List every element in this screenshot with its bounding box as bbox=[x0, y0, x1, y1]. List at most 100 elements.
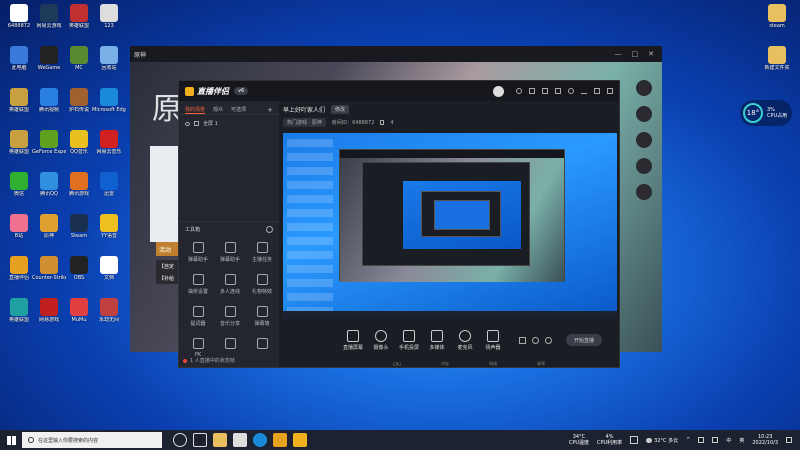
game-side-button[interactable] bbox=[636, 132, 652, 148]
tool-item[interactable] bbox=[215, 338, 245, 352]
clock[interactable]: 10:23 2022/10/3 bbox=[752, 434, 778, 446]
microphone-button[interactable]: 麦克风 bbox=[455, 329, 475, 351]
cpu-usage-indicator[interactable]: 4% CPU利用率 bbox=[597, 434, 622, 446]
desktop-icon[interactable]: Steam bbox=[62, 214, 96, 239]
desktop-icon[interactable]: 迅雷 bbox=[92, 172, 126, 197]
desktop-icon[interactable]: YY语音 bbox=[92, 214, 126, 239]
desktop-icon[interactable]: Counter-Strike bbox=[32, 256, 66, 281]
start-button[interactable] bbox=[0, 430, 22, 450]
weather-widget[interactable]: 32°C 多云 bbox=[646, 437, 678, 444]
phone-cast-button[interactable]: 手机投屏 bbox=[399, 329, 419, 351]
tool-item[interactable] bbox=[247, 338, 277, 352]
skin-icon[interactable] bbox=[555, 88, 561, 94]
lock-icon[interactable] bbox=[194, 121, 199, 126]
network-icon[interactable] bbox=[698, 437, 705, 443]
desktop-icon[interactable]: 腾讯视频 bbox=[32, 88, 66, 113]
gift-icon[interactable] bbox=[542, 88, 548, 94]
preview-canvas[interactable] bbox=[283, 133, 617, 319]
desktop-icon[interactable]: 腾讯QQ bbox=[32, 172, 66, 197]
tool-item[interactable]: 弹幕助手 bbox=[215, 242, 245, 263]
streamer-window[interactable]: 直播伴侣 v6 我的场景 观众 可选项 + 全屏 1 工具箱 弹幕助手 弹幕助手 主… bbox=[178, 80, 620, 368]
task-view-icon[interactable] bbox=[193, 433, 207, 447]
ime-indicator[interactable]: 中 bbox=[726, 437, 731, 444]
desktop-icon[interactable]: 网易云音乐 bbox=[92, 130, 126, 155]
add-scene-icon[interactable]: + bbox=[267, 106, 273, 114]
volume-icon[interactable] bbox=[712, 437, 719, 443]
search-box[interactable]: 在这里输入你要搜索的内容 bbox=[22, 432, 162, 448]
notification-icon[interactable] bbox=[786, 437, 792, 443]
scene-item[interactable]: 全屏 1 bbox=[179, 115, 279, 132]
desktop-icon[interactable]: MC bbox=[62, 46, 96, 71]
tool-item[interactable]: 弹幕助手 bbox=[183, 242, 213, 263]
desktop-icon[interactable]: Microsoft Edge bbox=[92, 88, 126, 113]
start-live-button[interactable]: 开始直播 bbox=[566, 334, 602, 346]
desktop-icon[interactable]: MuMu bbox=[62, 298, 96, 323]
genshin-taskbar-icon[interactable] bbox=[273, 433, 287, 447]
game-side-button[interactable] bbox=[636, 158, 652, 174]
tool-item[interactable]: 音乐分享 bbox=[215, 306, 245, 327]
message-icon[interactable] bbox=[529, 88, 535, 94]
desktop-icon[interactable]: 英雄联盟 bbox=[2, 130, 36, 155]
cpu-widget[interactable]: 18° 3% CPU占用 bbox=[740, 100, 792, 126]
edit-title-button[interactable]: 修改 bbox=[331, 105, 350, 114]
tray-icon[interactable] bbox=[630, 436, 639, 444]
cpu-temp-indicator[interactable]: 34°C CPU温度 bbox=[569, 434, 589, 446]
media-button[interactable]: 多媒体 bbox=[427, 329, 447, 351]
desktop-icon[interactable]: 123 bbox=[92, 4, 126, 29]
desktop-icon[interactable]: 网易游戏 bbox=[32, 298, 66, 323]
desktop-icon-steam-folder[interactable]: steam bbox=[760, 4, 794, 29]
tab-scenes[interactable]: 我的场景 bbox=[185, 106, 206, 114]
game-side-button[interactable] bbox=[636, 106, 652, 122]
screen-capture-button[interactable]: 直播屏幕 bbox=[343, 329, 363, 351]
tray-chevron-icon[interactable]: ^ bbox=[686, 437, 690, 443]
desktop-icon[interactable]: QQ音乐 bbox=[62, 130, 96, 155]
camera-button[interactable]: 摄像头 bbox=[371, 329, 391, 351]
eye-icon[interactable] bbox=[532, 336, 539, 344]
speaker-button[interactable]: 扬声器 bbox=[483, 329, 503, 351]
eye-icon[interactable] bbox=[185, 121, 190, 126]
game-titlebar[interactable]: 原神 — □ ✕ bbox=[130, 46, 662, 62]
minimize-icon[interactable] bbox=[581, 88, 587, 94]
desktop-icon[interactable]: 微信 bbox=[2, 172, 36, 197]
category-badge[interactable]: 热门游戏 · 原神 bbox=[283, 118, 326, 127]
desktop-icon[interactable]: 英雄联盟 bbox=[62, 4, 96, 29]
close-icon[interactable]: ✕ bbox=[648, 50, 654, 58]
avatar[interactable] bbox=[493, 85, 504, 97]
tool-item[interactable]: 抽奖设置 bbox=[183, 274, 213, 295]
tab-viewers[interactable]: 观众 bbox=[213, 106, 223, 114]
tool-item[interactable]: 多人连线 bbox=[215, 274, 245, 295]
maximize-icon[interactable]: □ bbox=[632, 50, 639, 58]
desktop-icon[interactable]: 此电脑 bbox=[2, 46, 36, 71]
desktop-icon[interactable]: 腾讯游戏 bbox=[62, 172, 96, 197]
game-side-button[interactable] bbox=[636, 184, 652, 200]
desktop-icon[interactable]: 6488872 bbox=[2, 4, 36, 29]
desktop-icon[interactable]: 英雄联盟 bbox=[2, 298, 36, 323]
record-icon[interactable] bbox=[519, 336, 526, 344]
desktop-icon[interactable]: 炉石传说 bbox=[62, 88, 96, 113]
maximize-icon[interactable] bbox=[594, 88, 600, 94]
minimize-icon[interactable]: — bbox=[615, 50, 622, 58]
close-icon[interactable] bbox=[607, 88, 613, 94]
store-icon[interactable] bbox=[233, 433, 247, 447]
desktop-icon[interactable]: 直播伴侣 bbox=[2, 256, 36, 281]
tool-item[interactable]: 弹幕墙 bbox=[247, 306, 277, 327]
desktop-icon[interactable]: OBS bbox=[62, 256, 96, 281]
desktop-icon[interactable]: 网易云游戏 bbox=[32, 4, 66, 29]
cortana-icon[interactable] bbox=[173, 433, 187, 447]
game-event-2[interactable]: 【补给 bbox=[156, 272, 180, 284]
help-icon[interactable] bbox=[516, 88, 522, 94]
more-tools-icon[interactable] bbox=[266, 226, 273, 233]
tool-item[interactable]: 礼物特效 bbox=[247, 274, 277, 295]
tool-item[interactable]: 提词器 bbox=[183, 306, 213, 327]
language-indicator[interactable]: 英 bbox=[739, 437, 744, 444]
desktop-icon-new-folder[interactable]: 新建文件夹 bbox=[760, 46, 794, 71]
desktop-icon[interactable]: 英雄联盟 bbox=[2, 88, 36, 113]
tool-item[interactable]: PK bbox=[183, 338, 213, 358]
streamer-taskbar-icon[interactable] bbox=[293, 433, 307, 447]
settings-icon[interactable] bbox=[568, 88, 574, 94]
desktop-icon[interactable]: 文档 bbox=[92, 256, 126, 281]
game-side-button[interactable] bbox=[636, 80, 652, 96]
desktop-icon[interactable]: GeForce Experience bbox=[32, 130, 66, 155]
desktop-icon[interactable]: 永劫无间 bbox=[92, 298, 126, 323]
desktop-icon[interactable]: 回收站 bbox=[92, 46, 126, 71]
